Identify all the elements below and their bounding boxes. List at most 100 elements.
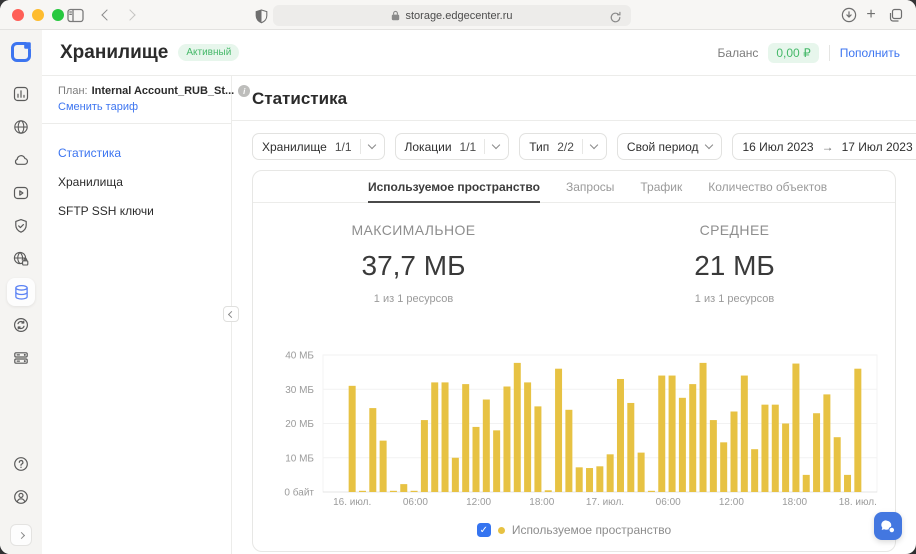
globe-icon[interactable] <box>7 113 35 141</box>
video-icon[interactable] <box>7 179 35 207</box>
url-text: storage.edgecenter.ru <box>405 10 512 22</box>
chart-bar[interactable] <box>834 437 841 492</box>
chart-bar[interactable] <box>442 382 449 492</box>
chart-bar[interactable] <box>689 384 696 492</box>
new-tab-button[interactable]: + <box>862 6 880 24</box>
chart-bar[interactable] <box>421 420 428 492</box>
chart-svg: 40 МБ30 МБ20 МБ10 МБ0 байт16. июл.06:001… <box>261 341 883 509</box>
legend-series-label[interactable]: Используемое пространство <box>512 523 671 537</box>
support-chat-button[interactable] <box>874 512 902 540</box>
address-bar[interactable]: storage.edgecenter.ru <box>273 5 631 26</box>
chart-bar[interactable] <box>710 420 717 492</box>
tab-traffic[interactable]: Трафик <box>640 171 682 202</box>
chart-bar[interactable] <box>369 408 376 492</box>
tab-object-count[interactable]: Количество объектов <box>708 171 827 202</box>
chart-bar[interactable] <box>669 376 676 492</box>
chart-bar[interactable] <box>782 424 789 493</box>
chart-bar[interactable] <box>823 394 830 492</box>
chart-bar[interactable] <box>658 376 665 492</box>
storage-db-icon[interactable] <box>7 278 35 306</box>
help-icon[interactable] <box>7 450 35 478</box>
expand-chevron-icon[interactable] <box>10 524 32 546</box>
sidebar-item-statistics[interactable]: Статистика <box>58 146 215 160</box>
chart-bar[interactable] <box>638 453 645 492</box>
summary-stats: МАКСИМАЛЬНОЕ 37,7 МБ 1 из 1 ресурсов СРЕ… <box>253 203 895 305</box>
page-heading: Хранилище <box>60 42 168 64</box>
chart-bar[interactable] <box>473 427 480 492</box>
chart-bar[interactable] <box>679 398 686 492</box>
chart-bar[interactable] <box>627 403 634 492</box>
chart-bar[interactable] <box>586 468 593 492</box>
chart-bar[interactable] <box>751 449 758 492</box>
locations-filter-dropdown[interactable]: Локации 1/1 <box>395 133 510 160</box>
chart-bar[interactable] <box>854 369 861 492</box>
chart-bar[interactable] <box>555 369 562 492</box>
chart-bar[interactable] <box>792 364 799 492</box>
chart-bar[interactable] <box>452 458 459 492</box>
cdn-lock-icon[interactable] <box>7 245 35 273</box>
chart-bar[interactable] <box>648 491 655 492</box>
zoom-window-button[interactable] <box>52 9 64 21</box>
tab-used-space[interactable]: Используемое пространство <box>368 171 540 202</box>
chart-bar[interactable] <box>431 382 438 492</box>
chart-bar[interactable] <box>803 475 810 492</box>
chart-bar[interactable] <box>411 491 418 492</box>
downloads-icon[interactable] <box>840 6 858 24</box>
chart-bar[interactable] <box>493 430 500 492</box>
tab-requests[interactable]: Запросы <box>566 171 614 202</box>
chart-bar[interactable] <box>700 363 707 492</box>
chart-bar[interactable] <box>400 484 407 492</box>
chart-bar[interactable] <box>390 491 397 492</box>
tab-overview-icon[interactable] <box>886 6 904 24</box>
cloud-icon[interactable] <box>7 146 35 174</box>
chart-bar[interactable] <box>514 363 521 492</box>
servers-icon[interactable] <box>7 344 35 372</box>
shield-check-icon[interactable] <box>7 212 35 240</box>
stats-icon[interactable] <box>7 80 35 108</box>
chart-bar[interactable] <box>462 384 469 492</box>
sidebar-item-sftp-ssh-keys[interactable]: SFTP SSH ключи <box>58 204 215 218</box>
chart-bar[interactable] <box>380 441 387 492</box>
topup-link[interactable]: Пополнить <box>840 46 900 60</box>
sync-icon[interactable] <box>7 311 35 339</box>
close-window-button[interactable] <box>12 9 24 21</box>
chart-bar[interactable] <box>596 466 603 492</box>
minimize-window-button[interactable] <box>32 9 44 21</box>
chart-bar[interactable] <box>534 406 541 492</box>
chart-bar[interactable] <box>607 454 614 492</box>
date-range-picker[interactable]: 16 Июл 2023 → 17 Июл 2023 <box>732 133 916 160</box>
forward-button[interactable] <box>121 6 139 24</box>
chart-bar[interactable] <box>565 410 572 492</box>
chart-bar[interactable] <box>741 376 748 492</box>
sidebar-item-storages[interactable]: Хранилища <box>58 175 215 189</box>
chart-bar[interactable] <box>483 400 490 492</box>
account-icon[interactable] <box>7 483 35 511</box>
chart-bar[interactable] <box>617 379 624 492</box>
back-button[interactable] <box>98 6 116 24</box>
chart-bar[interactable] <box>349 386 356 492</box>
edgecenter-logo[interactable] <box>9 40 33 64</box>
chart-bar[interactable] <box>576 467 583 492</box>
type-filter-dropdown[interactable]: Тип 2/2 <box>519 133 607 160</box>
chart-bar[interactable] <box>772 405 779 492</box>
chart-bar[interactable] <box>545 490 552 492</box>
chevron-down-icon <box>590 141 598 149</box>
chart-bar[interactable] <box>761 405 768 492</box>
privacy-shield-icon[interactable] <box>252 7 270 25</box>
chart-bar[interactable] <box>359 491 366 492</box>
arrow-right-icon: → <box>822 140 834 154</box>
chart-bar[interactable] <box>524 382 531 492</box>
chart-bar[interactable] <box>503 387 510 492</box>
chart-bar[interactable] <box>813 413 820 492</box>
chart-bar[interactable] <box>720 442 727 492</box>
chart-bar[interactable] <box>731 412 738 492</box>
sidebar-collapse-button[interactable] <box>223 306 239 322</box>
chart-bar[interactable] <box>844 475 851 492</box>
period-select[interactable]: Свой период <box>617 133 723 160</box>
legend-checkbox[interactable]: ✓ <box>477 523 491 537</box>
reload-icon[interactable] <box>606 8 624 26</box>
change-tariff-link[interactable]: Сменить тариф <box>58 101 138 113</box>
tab-row: Используемое пространство Запросы Трафик… <box>253 171 895 203</box>
storage-filter-dropdown[interactable]: Хранилище 1/1 <box>252 133 385 160</box>
sidebar-toggle-icon[interactable] <box>66 6 84 24</box>
